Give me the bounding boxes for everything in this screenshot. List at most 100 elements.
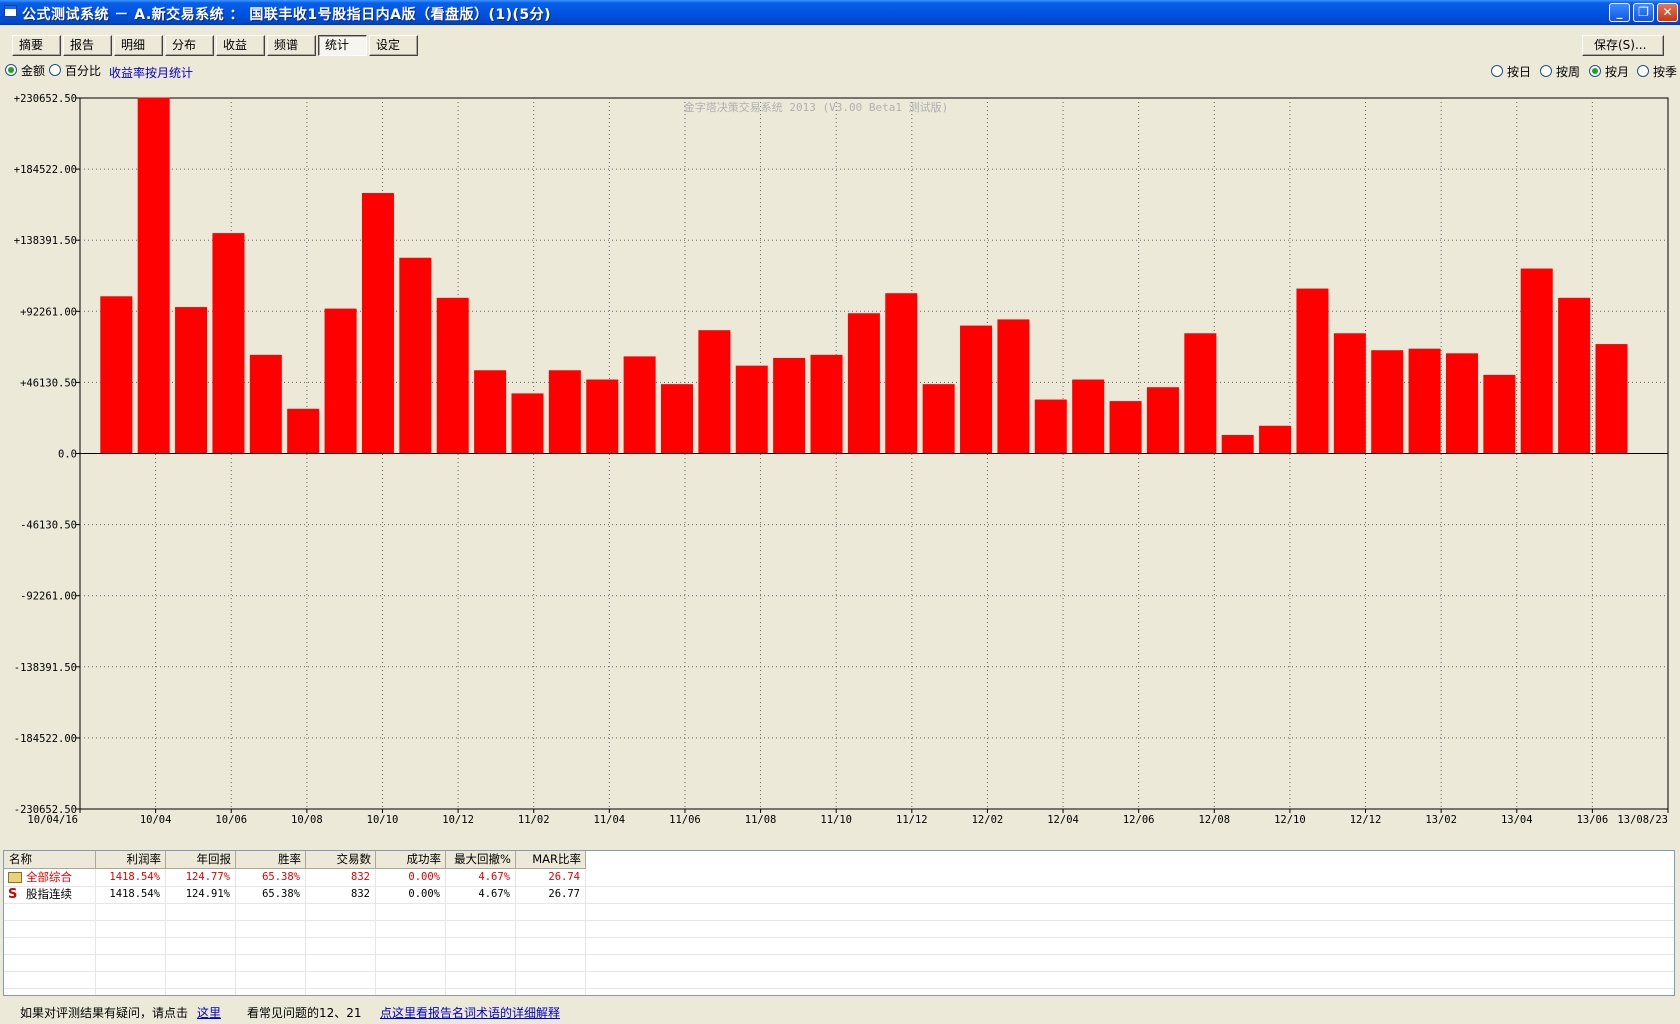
profit-bar xyxy=(548,370,581,454)
row-profit-rate: 1418.54% xyxy=(109,871,160,883)
col-annual-return[interactable]: 年回报 xyxy=(166,851,236,868)
tab-statistics[interactable]: 统计 xyxy=(318,35,367,56)
profit-bar xyxy=(1221,435,1254,454)
monthly-returns-link[interactable]: 收益率按月统计 xyxy=(109,64,193,81)
row-annual-return: 124.91% xyxy=(185,888,230,900)
profit-bar xyxy=(399,257,432,454)
x-tick-label: 11/10 xyxy=(820,814,852,826)
table-header: 名称 利润率 年回报 胜率 交易数 成功率 最大回撤% MAR比率 xyxy=(4,851,586,869)
radio-by-day[interactable]: 按日 xyxy=(1491,65,1531,79)
radio-by-month[interactable]: 按月 xyxy=(1589,65,1629,79)
x-tick-label: 11/04 xyxy=(594,814,626,826)
profit-bar xyxy=(1408,348,1441,454)
radio-dot-icon xyxy=(1637,65,1649,77)
profit-bar xyxy=(1296,288,1329,454)
row-win-rate: 65.38% xyxy=(262,871,300,883)
x-tick-label: 13/02 xyxy=(1425,814,1457,826)
profit-bar xyxy=(474,370,507,454)
y-axis: +230652.50 +184522.00 +138391.50 +92261.00 +… xyxy=(14,93,80,816)
x-tick-label: 10/10 xyxy=(367,814,399,826)
profit-bar xyxy=(1483,374,1516,454)
profit-bar xyxy=(810,354,843,454)
status-bar: 如果对评测结果有疑问，请点击 这里 看常见问题的12、21 点这里看报告名词术语… xyxy=(0,998,1680,1024)
y-tick-label: +230652.50 xyxy=(14,93,77,105)
y-tick-label: 0.0 xyxy=(58,449,77,461)
tab-report[interactable]: 报告 xyxy=(63,35,112,56)
row-trade-count: 832 xyxy=(351,888,370,900)
close-button[interactable]: ✕ xyxy=(1657,3,1678,22)
radio-by-quarter[interactable]: 按季 xyxy=(1637,65,1677,79)
app-icon xyxy=(4,5,17,17)
tab-detail[interactable]: 明细 xyxy=(114,35,163,56)
row-name: 股指连续 xyxy=(26,887,72,901)
y-tick-label: +46130.50 xyxy=(20,377,77,389)
tab-distribution[interactable]: 分布 xyxy=(165,35,214,56)
col-win-rate[interactable]: 胜率 xyxy=(236,851,306,868)
chart-watermark: 金字塔决策交易系统 2013 (V3.00 Beta1 测试版) xyxy=(684,100,948,114)
profit-bar xyxy=(1558,297,1591,454)
col-max-drawdown[interactable]: 最大回撤% xyxy=(446,851,516,868)
profit-bar xyxy=(1520,268,1553,454)
profit-bar xyxy=(1259,425,1292,454)
y-tick-label: -184522.00 xyxy=(14,733,77,745)
monthly-profit-chart: +230652.50 +184522.00 +138391.50 +92261.00 +… xyxy=(14,93,1669,826)
profit-bar xyxy=(1146,387,1179,454)
row-trade-count: 832 xyxy=(351,871,370,883)
minimize-button[interactable]: _ xyxy=(1609,3,1630,22)
radio-amount[interactable]: 金额 xyxy=(5,64,45,78)
x-tick-label: 12/02 xyxy=(972,814,1004,826)
tab-summary[interactable]: 摘要 xyxy=(12,35,61,56)
save-button[interactable]: 保存(S)... xyxy=(1582,35,1664,56)
radio-dot-icon xyxy=(1589,65,1601,77)
y-tick-label: +184522.00 xyxy=(14,164,77,176)
col-success-rate[interactable]: 成功率 xyxy=(376,851,446,868)
x-tick-label: 10/04 xyxy=(140,814,172,826)
radio-dot-icon xyxy=(1491,65,1503,77)
x-tick-label: 12/04 xyxy=(1047,814,1079,826)
table-row[interactable]: S 股指连续 1418.54% 124.91% 65.38% 832 0.00%… xyxy=(4,886,586,903)
y-tick-label: -46130.50 xyxy=(20,520,77,532)
col-name[interactable]: 名称 xyxy=(4,851,96,868)
col-profit-rate[interactable]: 利润率 xyxy=(96,851,166,868)
col-mar-ratio[interactable]: MAR比率 xyxy=(516,851,586,868)
radio-by-week[interactable]: 按周 xyxy=(1540,65,1580,79)
title-bar: 公式测试系统 － A.新交易系统 ： 国联丰收1号股指日内A版（看盘版）(1)(… xyxy=(0,0,1680,25)
tab-spectrum[interactable]: 频谱 xyxy=(267,35,316,56)
x-tick-label: 11/12 xyxy=(896,814,928,826)
profit-bar xyxy=(735,365,768,454)
profit-bar xyxy=(249,354,282,454)
profit-bar xyxy=(175,307,208,454)
profit-bar xyxy=(1072,379,1105,454)
restore-button[interactable]: ❐ xyxy=(1633,3,1654,22)
x-tick-label: 13/06 xyxy=(1577,814,1609,826)
x-tick-label: 12/12 xyxy=(1350,814,1382,826)
row-mar-ratio: 26.77 xyxy=(548,888,580,900)
here-link[interactable]: 这里 xyxy=(197,1004,221,1021)
profit-bar xyxy=(623,356,656,454)
row-max-drawdown: 4.67% xyxy=(478,888,510,900)
x-axis: 10/04/16 10/04 10/06 10/08 10/10 10/12 11/02 11… xyxy=(27,809,1669,826)
faq-text: 看常见问题的12、21 xyxy=(247,1006,362,1020)
radio-dot-icon xyxy=(1540,65,1552,77)
profit-bar xyxy=(1371,350,1404,454)
row-name: 全部综合 xyxy=(26,870,72,884)
profit-bar xyxy=(1109,401,1142,454)
y-tick-label: +92261.00 xyxy=(20,306,77,318)
tab-returns[interactable]: 收益 xyxy=(216,35,265,56)
profit-bar xyxy=(586,379,619,454)
table-row[interactable]: 全部综合 1418.54% 124.77% 65.38% 832 0.00% 4… xyxy=(4,869,586,886)
x-tick-label: 12/10 xyxy=(1274,814,1306,826)
tab-settings[interactable]: 设定 xyxy=(369,35,418,56)
x-tick-label: 10/08 xyxy=(291,814,323,826)
col-trade-count[interactable]: 交易数 xyxy=(306,851,376,868)
radio-percent[interactable]: 百分比 xyxy=(49,64,101,78)
profit-bar xyxy=(960,325,993,454)
x-tick-label: 12/08 xyxy=(1198,814,1230,826)
x-tick-label: 11/08 xyxy=(745,814,777,826)
window-title: 公式测试系统 － A.新交易系统 ： 国联丰收1号股指日内A版（看盘版）(1)(… xyxy=(22,7,552,23)
row-success-rate: 0.00% xyxy=(408,888,440,900)
glossary-link[interactable]: 点这里看报告名词术语的详细解释 xyxy=(380,1004,560,1021)
x-tick-label: 12/06 xyxy=(1123,814,1155,826)
profit-bar xyxy=(137,97,170,454)
row-max-drawdown: 4.67% xyxy=(478,871,510,883)
